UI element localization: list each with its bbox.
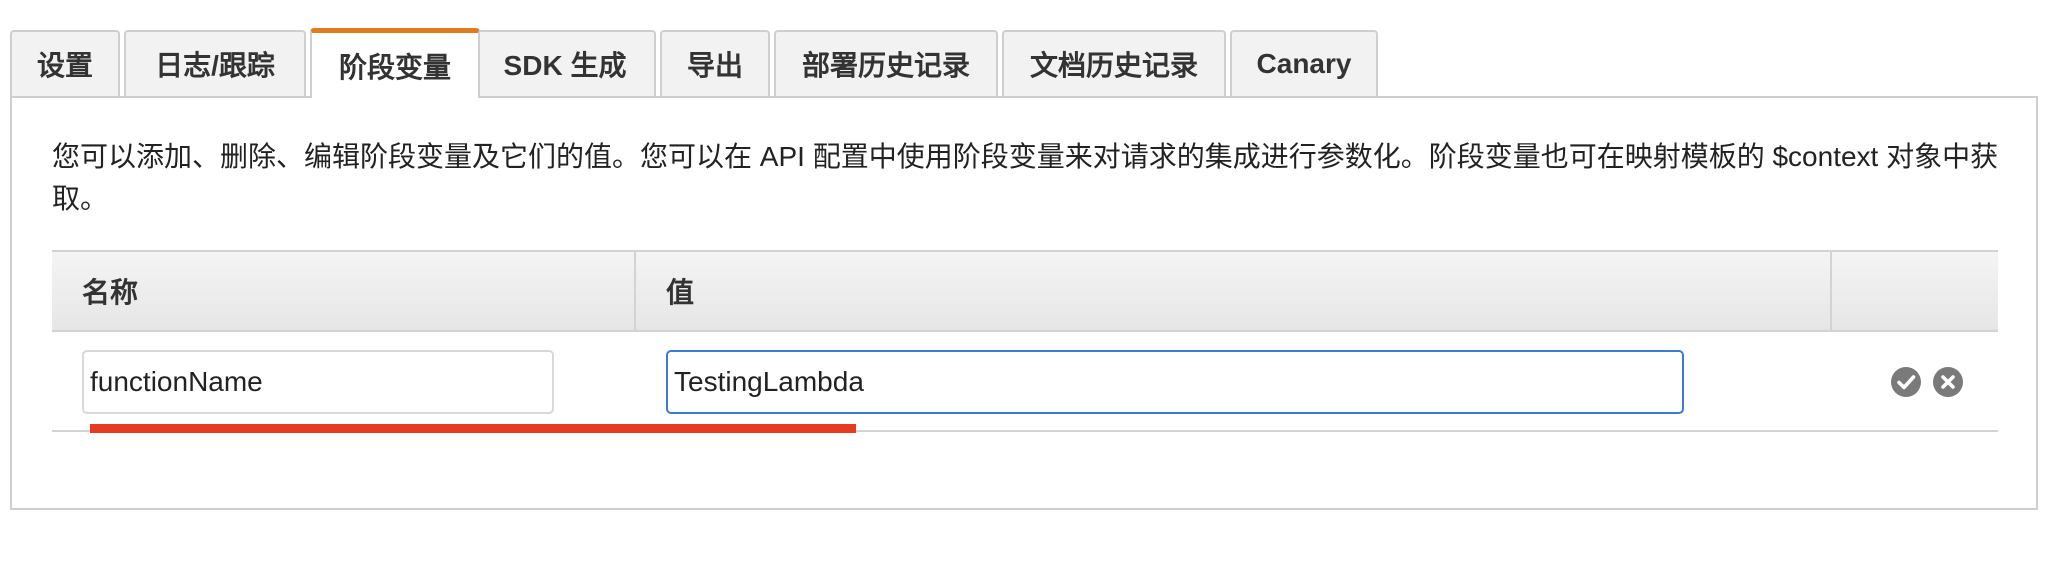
table-header: 名称 值 <box>52 250 1998 332</box>
description-text: 您可以添加、删除、编辑阶段变量及它们的值。您可以在 API 配置中使用阶段变量来… <box>52 141 1999 214</box>
red-underline-annotation <box>90 424 856 433</box>
tab-deployment-history[interactable]: 部署历史记录 <box>774 30 998 96</box>
column-header-value: 值 <box>636 252 1832 330</box>
tab-logs-tracing[interactable]: 日志/跟踪 <box>124 30 306 96</box>
check-circle-icon[interactable] <box>1890 366 1922 398</box>
tab-documentation-history[interactable]: 文档历史记录 <box>1002 30 1226 96</box>
tab-sdk-generation[interactable]: SDK 生成 <box>474 30 656 96</box>
tab-export[interactable]: 导出 <box>660 30 770 96</box>
row-actions <box>1890 366 1964 398</box>
tab-settings[interactable]: 设置 <box>10 30 120 96</box>
tab-stage-variables[interactable]: 阶段变量 <box>310 28 480 98</box>
variable-name-input[interactable] <box>82 350 554 414</box>
column-header-name: 名称 <box>52 252 636 330</box>
tab-canary[interactable]: Canary <box>1230 30 1378 96</box>
column-header-actions <box>1832 252 1998 330</box>
table-row <box>52 332 1998 432</box>
stage-variables-table: 名称 值 <box>52 250 1998 432</box>
variable-value-input[interactable] <box>666 350 1684 414</box>
x-circle-icon[interactable] <box>1932 366 1964 398</box>
stage-variables-panel: 您可以添加、删除、编辑阶段变量及它们的值。您可以在 API 配置中使用阶段变量来… <box>10 96 2038 510</box>
